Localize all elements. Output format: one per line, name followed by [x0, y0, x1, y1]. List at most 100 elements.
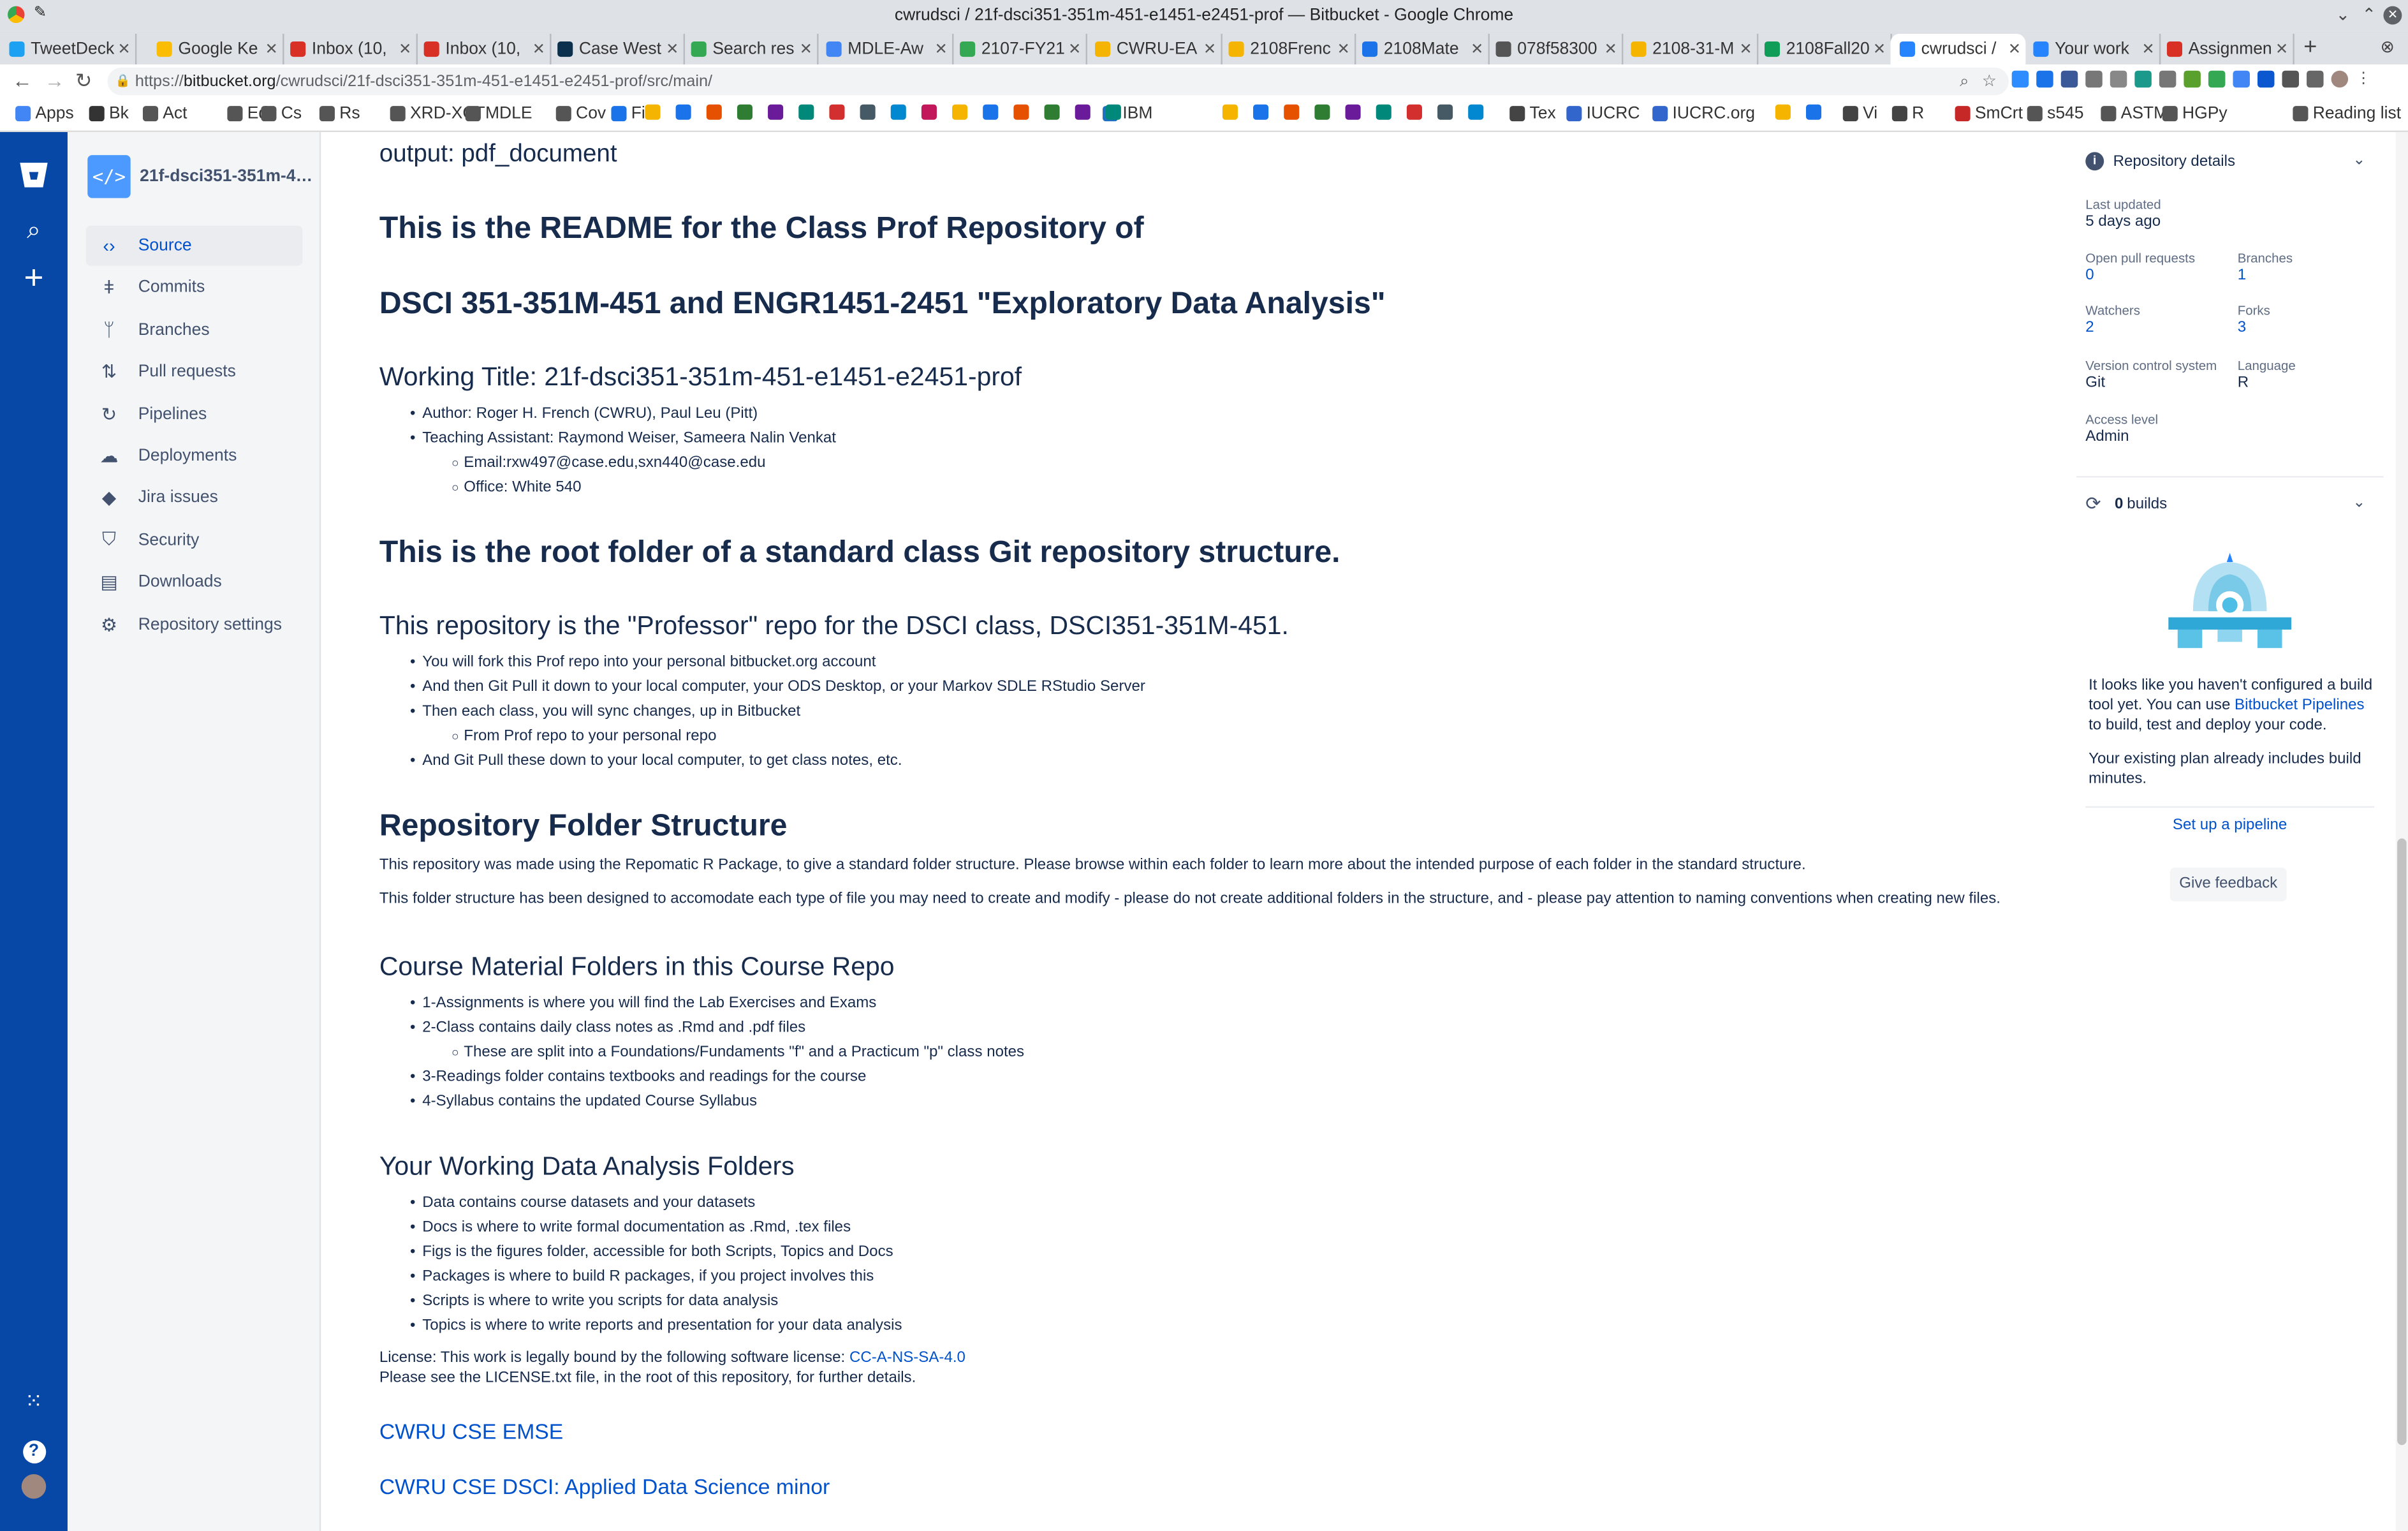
give-feedback-button[interactable]: Give feedback: [2169, 868, 2287, 902]
bookmark-favicon-icon[interactable]: [1376, 104, 1396, 120]
bookmark-favicon-icon[interactable]: [737, 104, 757, 120]
license-link[interactable]: CC-A-NS-SA-4.0: [849, 1350, 965, 1366]
tab-close-icon[interactable]: ✕: [1467, 40, 1484, 58]
tab-close-icon[interactable]: ✕: [529, 40, 545, 58]
help-icon[interactable]: ?: [18, 1431, 49, 1464]
reload-icon[interactable]: ↻: [75, 69, 92, 94]
sidebar-item-jira-issues[interactable]: ◆ Jira issues: [86, 478, 303, 519]
minimize-icon[interactable]: ⌄: [2336, 4, 2350, 25]
sidebar-item-source[interactable]: ‹› Source: [85, 225, 303, 266]
bookmark-favicon-icon[interactable]: [1468, 104, 1488, 120]
tab-2[interactable]: Google Ke ✕: [147, 33, 284, 65]
tab-close-icon[interactable]: ✕: [1065, 40, 1082, 58]
bookmark-favicon-icon[interactable]: [1775, 104, 1795, 120]
bookmark-favicon-icon[interactable]: [1805, 104, 1826, 120]
bookmark-favicon-icon[interactable]: [798, 104, 818, 120]
tab-6[interactable]: Search res ✕: [682, 33, 819, 65]
extension-icon[interactable]: [2208, 70, 2226, 88]
tab-13[interactable]: 2108-31-M ✕: [1622, 33, 1759, 65]
maximize-icon[interactable]: ⌃: [2362, 4, 2376, 25]
bookmark-favicon-icon[interactable]: [675, 104, 696, 120]
bookmark-favicon-icon[interactable]: [1222, 104, 1242, 120]
extension-icon[interactable]: [2085, 70, 2103, 88]
bookmark-item[interactable]: Cs: [261, 105, 302, 123]
tab-12[interactable]: 078f58300 ✕: [1487, 33, 1624, 65]
bookmark-favicon-icon[interactable]: [1044, 104, 1064, 120]
bookmark-item[interactable]: R: [1891, 105, 1924, 123]
forward-icon[interactable]: →: [45, 69, 64, 92]
tab-search-icon[interactable]: ⊗: [2381, 37, 2395, 57]
bookmark-item[interactable]: IUCRC: [1566, 105, 1640, 123]
repo-header[interactable]: </> 21f-dsci351-351m-451-e1451-e2451-pro…: [87, 155, 316, 198]
bookmark-item[interactable]: Bk: [89, 105, 129, 123]
tab-1[interactable]: TweetDeck ✕: [0, 33, 137, 65]
close-window-icon[interactable]: ✕: [2383, 6, 2402, 25]
tab-close-icon[interactable]: ✕: [1601, 40, 1617, 58]
bookmark-item[interactable]: Apps: [15, 105, 74, 123]
tab-close-icon[interactable]: ✕: [261, 40, 278, 58]
tab-close-icon[interactable]: ✕: [931, 40, 948, 58]
puzzle-icon[interactable]: [2307, 70, 2324, 88]
tab-close-icon[interactable]: ✕: [1200, 40, 1217, 58]
menu-icon[interactable]: ⋮: [2356, 71, 2372, 87]
sidebar-item-repository-settings[interactable]: ⚙ Repository settings: [86, 604, 303, 644]
bookmark-item[interactable]: Act: [142, 105, 187, 123]
bookmark-favicon-icon[interactable]: [890, 104, 911, 120]
create-plus-icon[interactable]: +: [18, 258, 49, 298]
chevron-down-icon[interactable]: ⌄: [2353, 152, 2365, 168]
address-bar[interactable]: 🔒 https://bitbucket.org/cwrudsci/21f-dsc…: [107, 67, 2009, 96]
tab-14[interactable]: 2108Fall20 ✕: [1756, 33, 1892, 65]
extension-icon[interactable]: [2011, 70, 2029, 88]
bookmark-item[interactable]: ASTM: [2101, 105, 2168, 123]
bookmark-favicon-icon[interactable]: [1075, 104, 1095, 120]
tab-close-icon[interactable]: ✕: [1736, 40, 1752, 58]
extension-icon[interactable]: [2110, 70, 2127, 88]
bookmark-item[interactable]: Rs: [319, 105, 360, 123]
bookmark-star-icon[interactable]: ☆: [1982, 68, 1997, 95]
bookmark-favicon-icon[interactable]: [645, 104, 664, 120]
bookmark-favicon-icon[interactable]: [1013, 104, 1033, 120]
tab-close-icon[interactable]: ✕: [395, 40, 412, 58]
search-icon[interactable]: ⌕: [18, 218, 49, 246]
tab-17[interactable]: Assignmen ✕: [2157, 33, 2294, 65]
scrollbar-thumb[interactable]: [2397, 838, 2407, 1446]
tab-16[interactable]: Your work ✕: [2024, 33, 2161, 65]
tab-9[interactable]: CWRU-EA ✕: [1086, 33, 1222, 65]
bookmark-item[interactable]: MDLE: [465, 105, 532, 123]
bitbucket-logo-icon[interactable]: [18, 159, 49, 198]
chevron-down-icon[interactable]: ⌄: [2353, 494, 2365, 511]
tab-close-icon[interactable]: ✕: [796, 40, 812, 58]
bookmark-favicon-icon[interactable]: [860, 104, 880, 120]
open-pr-value[interactable]: 0: [2085, 267, 2094, 284]
tab-15[interactable]: cwrudsci / ✕: [1890, 33, 2026, 65]
bookmark-item[interactable]: IUCRC.org: [1652, 105, 1755, 123]
extension-icon[interactable]: [2060, 70, 2078, 88]
app-switcher-icon[interactable]: ⁙: [18, 1388, 49, 1414]
sidebar-item-downloads[interactable]: ▤ Downloads: [86, 562, 303, 602]
tab-7[interactable]: MDLE-Aw ✕: [817, 33, 954, 65]
bookmark-favicon-icon[interactable]: [1437, 104, 1457, 120]
branches-value[interactable]: 1: [2238, 267, 2246, 284]
scrollbar[interactable]: [2395, 132, 2408, 1531]
tab-close-icon[interactable]: ✕: [114, 40, 131, 58]
bookmark-favicon-icon[interactable]: [1284, 104, 1303, 120]
bookmark-item[interactable]: Tex: [1509, 105, 1556, 123]
bookmark-item[interactable]: s545: [2027, 105, 2084, 123]
back-icon[interactable]: ←: [12, 69, 32, 92]
set-up-pipeline-link[interactable]: Set up a pipeline: [2076, 817, 2384, 834]
link-cwru-dsci[interactable]: CWRU CSE DSCI: Applied Data Science mino…: [379, 1474, 830, 1499]
bookmark-favicon-icon[interactable]: [829, 104, 849, 120]
extension-icon[interactable]: [2184, 70, 2201, 88]
user-avatar[interactable]: [18, 1474, 49, 1507]
forks-value[interactable]: 3: [2238, 320, 2246, 336]
bookmark-item[interactable]: SmCrt: [1955, 105, 2023, 123]
bookmark-favicon-icon[interactable]: [768, 104, 788, 120]
tab-5[interactable]: Case West ✕: [548, 33, 686, 65]
extension-icon[interactable]: [2036, 70, 2053, 88]
tab-close-icon[interactable]: ✕: [1870, 40, 1886, 58]
tab-close-icon[interactable]: ✕: [663, 40, 679, 58]
bookmark-favicon-icon[interactable]: [921, 104, 941, 120]
repository-details-header[interactable]: Repository details: [2113, 154, 2235, 170]
tab-3[interactable]: Inbox (10, ✕: [281, 33, 418, 65]
bookmark-favicon-icon[interactable]: [1253, 104, 1273, 120]
